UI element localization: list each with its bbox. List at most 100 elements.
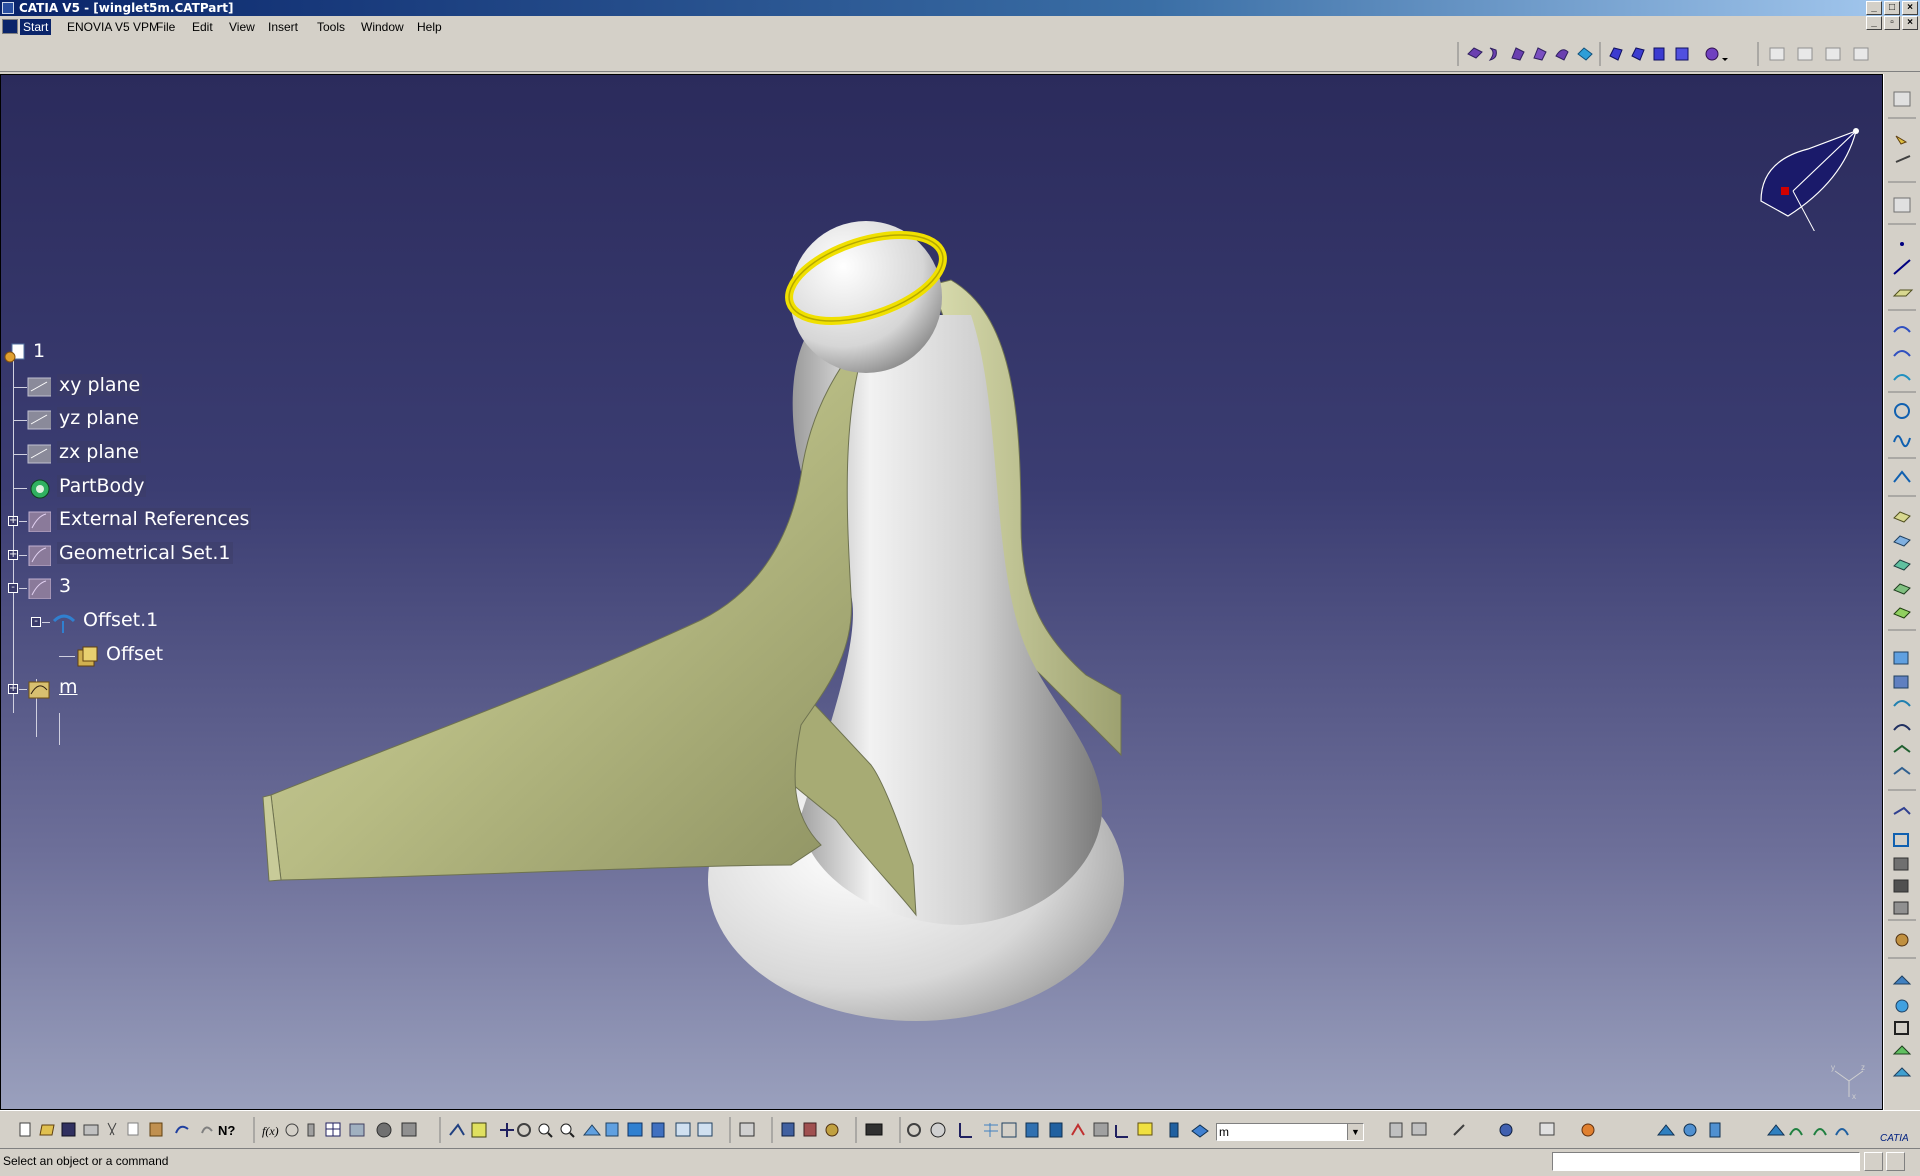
close-button[interactable]: × xyxy=(1902,1,1918,15)
surface-revolve-icon[interactable] xyxy=(1488,47,1497,61)
layer-icon[interactable] xyxy=(1191,1124,1209,1138)
normal-view-icon[interactable] xyxy=(582,1124,602,1136)
zoom-out-icon[interactable] xyxy=(560,1123,575,1138)
expand-toggle[interactable]: + xyxy=(8,516,18,526)
reflect-line-icon[interactable] xyxy=(1893,374,1911,381)
knowledge-advisor-icon[interactable] xyxy=(376,1122,392,1138)
surface-sphere-icon[interactable] xyxy=(1511,47,1525,61)
redo-icon[interactable] xyxy=(201,1126,213,1134)
wireframe-icon[interactable] xyxy=(1071,1123,1085,1136)
layer-filter-icon[interactable] xyxy=(1169,1122,1179,1138)
material-icon[interactable] xyxy=(1499,1123,1513,1137)
blend-icon[interactable] xyxy=(1631,47,1645,61)
law-tool-icon[interactable] xyxy=(1893,901,1909,915)
hierarchy-icon[interactable] xyxy=(1411,1122,1427,1136)
menu-tools[interactable]: Tools xyxy=(314,19,348,35)
chevron-down-icon[interactable]: ▼ xyxy=(1347,1124,1363,1140)
sketcher-icon[interactable] xyxy=(1893,91,1911,107)
formula-icon[interactable]: f(x) xyxy=(262,1124,279,1138)
paste-icon[interactable] xyxy=(149,1122,163,1137)
command-input[interactable] xyxy=(1552,1152,1860,1171)
analysis-icon[interactable] xyxy=(1895,999,1909,1013)
collapse-toggle[interactable]: - xyxy=(8,583,18,593)
sketcher-switch-icon[interactable] xyxy=(739,1122,755,1137)
undo-icon[interactable] xyxy=(175,1125,189,1134)
menu-view[interactable]: View xyxy=(226,19,258,35)
whats-this-icon[interactable]: N? xyxy=(218,1123,235,1138)
zoom-in-icon[interactable] xyxy=(538,1123,553,1138)
draft-analysis-icon[interactable] xyxy=(1892,1045,1912,1055)
hide-show-icon[interactable] xyxy=(675,1122,691,1137)
mass-icon[interactable] xyxy=(825,1123,839,1137)
graph-icon[interactable] xyxy=(1115,1125,1128,1138)
circle-icon[interactable] xyxy=(1894,403,1910,419)
menu-file[interactable]: File xyxy=(153,19,178,35)
properties-icon[interactable] xyxy=(1093,1122,1109,1137)
menu-insert[interactable]: Insert xyxy=(265,19,301,35)
table-icon[interactable] xyxy=(325,1122,341,1137)
curvature-icon[interactable] xyxy=(1894,1021,1909,1035)
extrapolate-icon[interactable] xyxy=(1893,806,1911,815)
multi-view-icon[interactable] xyxy=(605,1122,619,1137)
iso-view-icon[interactable] xyxy=(627,1122,643,1137)
line-icon[interactable] xyxy=(1893,259,1911,275)
transformations-icon[interactable] xyxy=(1705,47,1728,61)
boundary-icon[interactable] xyxy=(1893,700,1911,707)
sphere-icon[interactable] xyxy=(1683,1123,1697,1137)
corner-icon[interactable] xyxy=(1893,470,1911,483)
print-icon[interactable] xyxy=(83,1124,99,1136)
fly-mode-icon[interactable] xyxy=(449,1123,465,1136)
surface-extrude-icon[interactable] xyxy=(1467,47,1483,59)
compass-red-square-icon[interactable] xyxy=(1781,187,1789,195)
minimize-button[interactable]: _ xyxy=(1866,1,1882,15)
new-icon[interactable] xyxy=(19,1122,31,1137)
grid-snap-icon[interactable] xyxy=(1001,1122,1017,1138)
knowledge-icon[interactable] xyxy=(1895,933,1909,947)
catalog-icon[interactable] xyxy=(1893,879,1909,893)
macro-icon[interactable] xyxy=(307,1123,315,1137)
surface-offset-icon[interactable] xyxy=(1533,47,1547,61)
3d-viewport[interactable]: y z x 1 xy plane yz plane zx plane PartB… xyxy=(0,74,1883,1110)
analyze-icon[interactable] xyxy=(1389,1122,1403,1138)
menu-edit[interactable]: Edit xyxy=(189,19,216,35)
compass-widget[interactable] xyxy=(1753,121,1873,231)
cylinder-icon[interactable] xyxy=(1709,1122,1721,1138)
insert-ordered-set-icon[interactable] xyxy=(1825,47,1841,61)
save-icon[interactable] xyxy=(61,1122,76,1137)
split-icon[interactable] xyxy=(1893,675,1909,689)
cancel-command-button[interactable] xyxy=(1864,1152,1883,1171)
surface-fill-icon[interactable] xyxy=(1577,47,1593,61)
surface-sweep-icon[interactable] xyxy=(1555,49,1569,61)
healing-icon[interactable] xyxy=(1675,47,1689,61)
point-icon[interactable] xyxy=(1900,242,1904,246)
update-all-icon[interactable] xyxy=(907,1123,921,1137)
part-design-icon[interactable] xyxy=(1049,1122,1063,1138)
menu-window[interactable]: Window xyxy=(358,19,407,35)
rotate-icon[interactable] xyxy=(517,1123,531,1137)
update-icon[interactable] xyxy=(781,1122,795,1137)
shading-icon[interactable] xyxy=(651,1122,665,1138)
inertia-icon[interactable] xyxy=(1539,1122,1555,1136)
measure-icon[interactable] xyxy=(1895,155,1911,163)
body-transform-icon[interactable] xyxy=(1893,857,1909,871)
3d-compass-icon[interactable] xyxy=(1025,1122,1039,1138)
apply-material-icon[interactable] xyxy=(1892,975,1912,985)
fillet-icon[interactable] xyxy=(1893,744,1911,753)
catalog-browser-icon[interactable] xyxy=(349,1123,365,1137)
layer-combo[interactable]: m ▼ xyxy=(1216,1123,1364,1141)
multisection-icon[interactable] xyxy=(1609,47,1623,61)
pan-icon[interactable] xyxy=(500,1123,514,1137)
constraint-icon[interactable] xyxy=(930,1122,946,1138)
fit-all-icon[interactable] xyxy=(471,1122,487,1138)
menu-help[interactable]: Help xyxy=(414,19,445,35)
intersection-icon[interactable] xyxy=(1893,350,1911,357)
expand-toggle[interactable]: + xyxy=(8,684,18,694)
power-input-button[interactable] xyxy=(1886,1152,1905,1171)
extrude-surface-icon[interactable] xyxy=(1893,511,1911,523)
collapse-toggle[interactable]: - xyxy=(31,617,41,627)
catia-app-icon[interactable] xyxy=(2,2,14,14)
join-icon[interactable] xyxy=(1653,47,1665,61)
sketch-edit-icon[interactable] xyxy=(1893,197,1911,213)
revolve-surface-icon[interactable] xyxy=(1893,535,1911,547)
join-tool-icon[interactable] xyxy=(1893,651,1909,665)
